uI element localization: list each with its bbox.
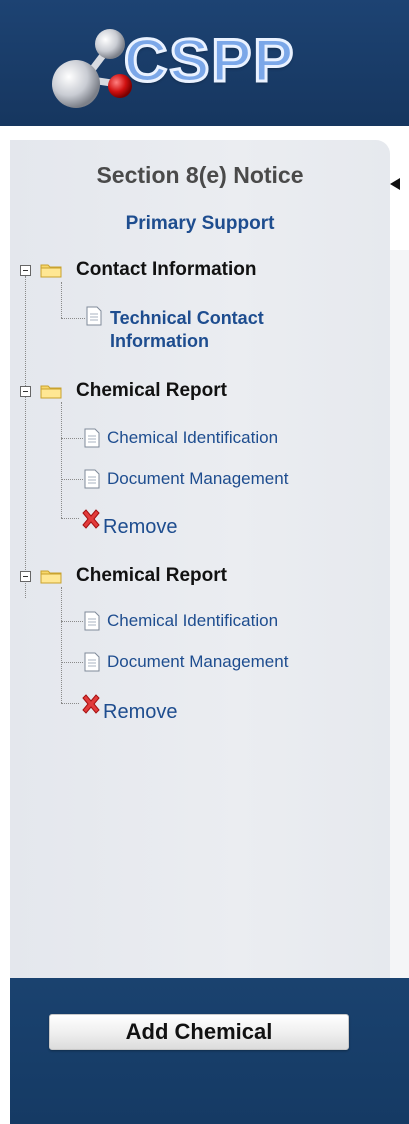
document-icon [86,306,102,326]
tree-item-document-management[interactable]: Document Management [107,652,288,672]
tree-folder-contact-information[interactable]: Contact Information [76,259,257,281]
tree-connector [25,276,26,598]
add-chemical-button[interactable]: Add Chemical [49,1014,349,1050]
tree-folder-chemical-report[interactable]: Chemical Report [76,565,227,587]
tree-item-document-management[interactable]: Document Management [107,469,288,489]
tree-connector [61,621,83,622]
tree-folder-chemical-report[interactable]: Chemical Report [76,380,227,402]
collapse-contact-toggle-icon[interactable] [20,265,31,276]
tree-connector [61,438,83,439]
sidebar-footer [10,978,409,1124]
tree-connector [61,402,62,518]
collapse-chemical-report-toggle-icon[interactable] [20,386,31,397]
tree-connector [61,587,62,703]
tree-connector [61,518,79,519]
remove-chemical-report-link[interactable]: Remove [103,701,177,724]
tree-connector [61,703,79,704]
folder-icon [40,385,62,399]
document-icon [84,428,100,448]
collapse-chemical-report-toggle-icon[interactable] [20,571,31,582]
folder-icon [40,570,62,584]
document-icon [84,652,100,672]
remove-chemical-report-link[interactable]: Remove [103,516,177,539]
tree-connector [61,662,83,663]
remove-icon[interactable] [80,508,102,530]
navigation-tree: Contact Information Technical Contact In… [0,0,409,1124]
tree-item-technical-contact-information[interactable]: Technical Contact Information [110,307,310,353]
remove-icon[interactable] [80,693,102,715]
tree-item-chemical-identification[interactable]: Chemical Identification [107,428,278,448]
document-icon [84,469,100,489]
tree-item-chemical-identification[interactable]: Chemical Identification [107,611,278,631]
tree-connector [61,479,83,480]
tree-connector [61,318,85,319]
folder-icon [40,264,62,278]
tree-connector [61,282,62,318]
document-icon [84,611,100,631]
